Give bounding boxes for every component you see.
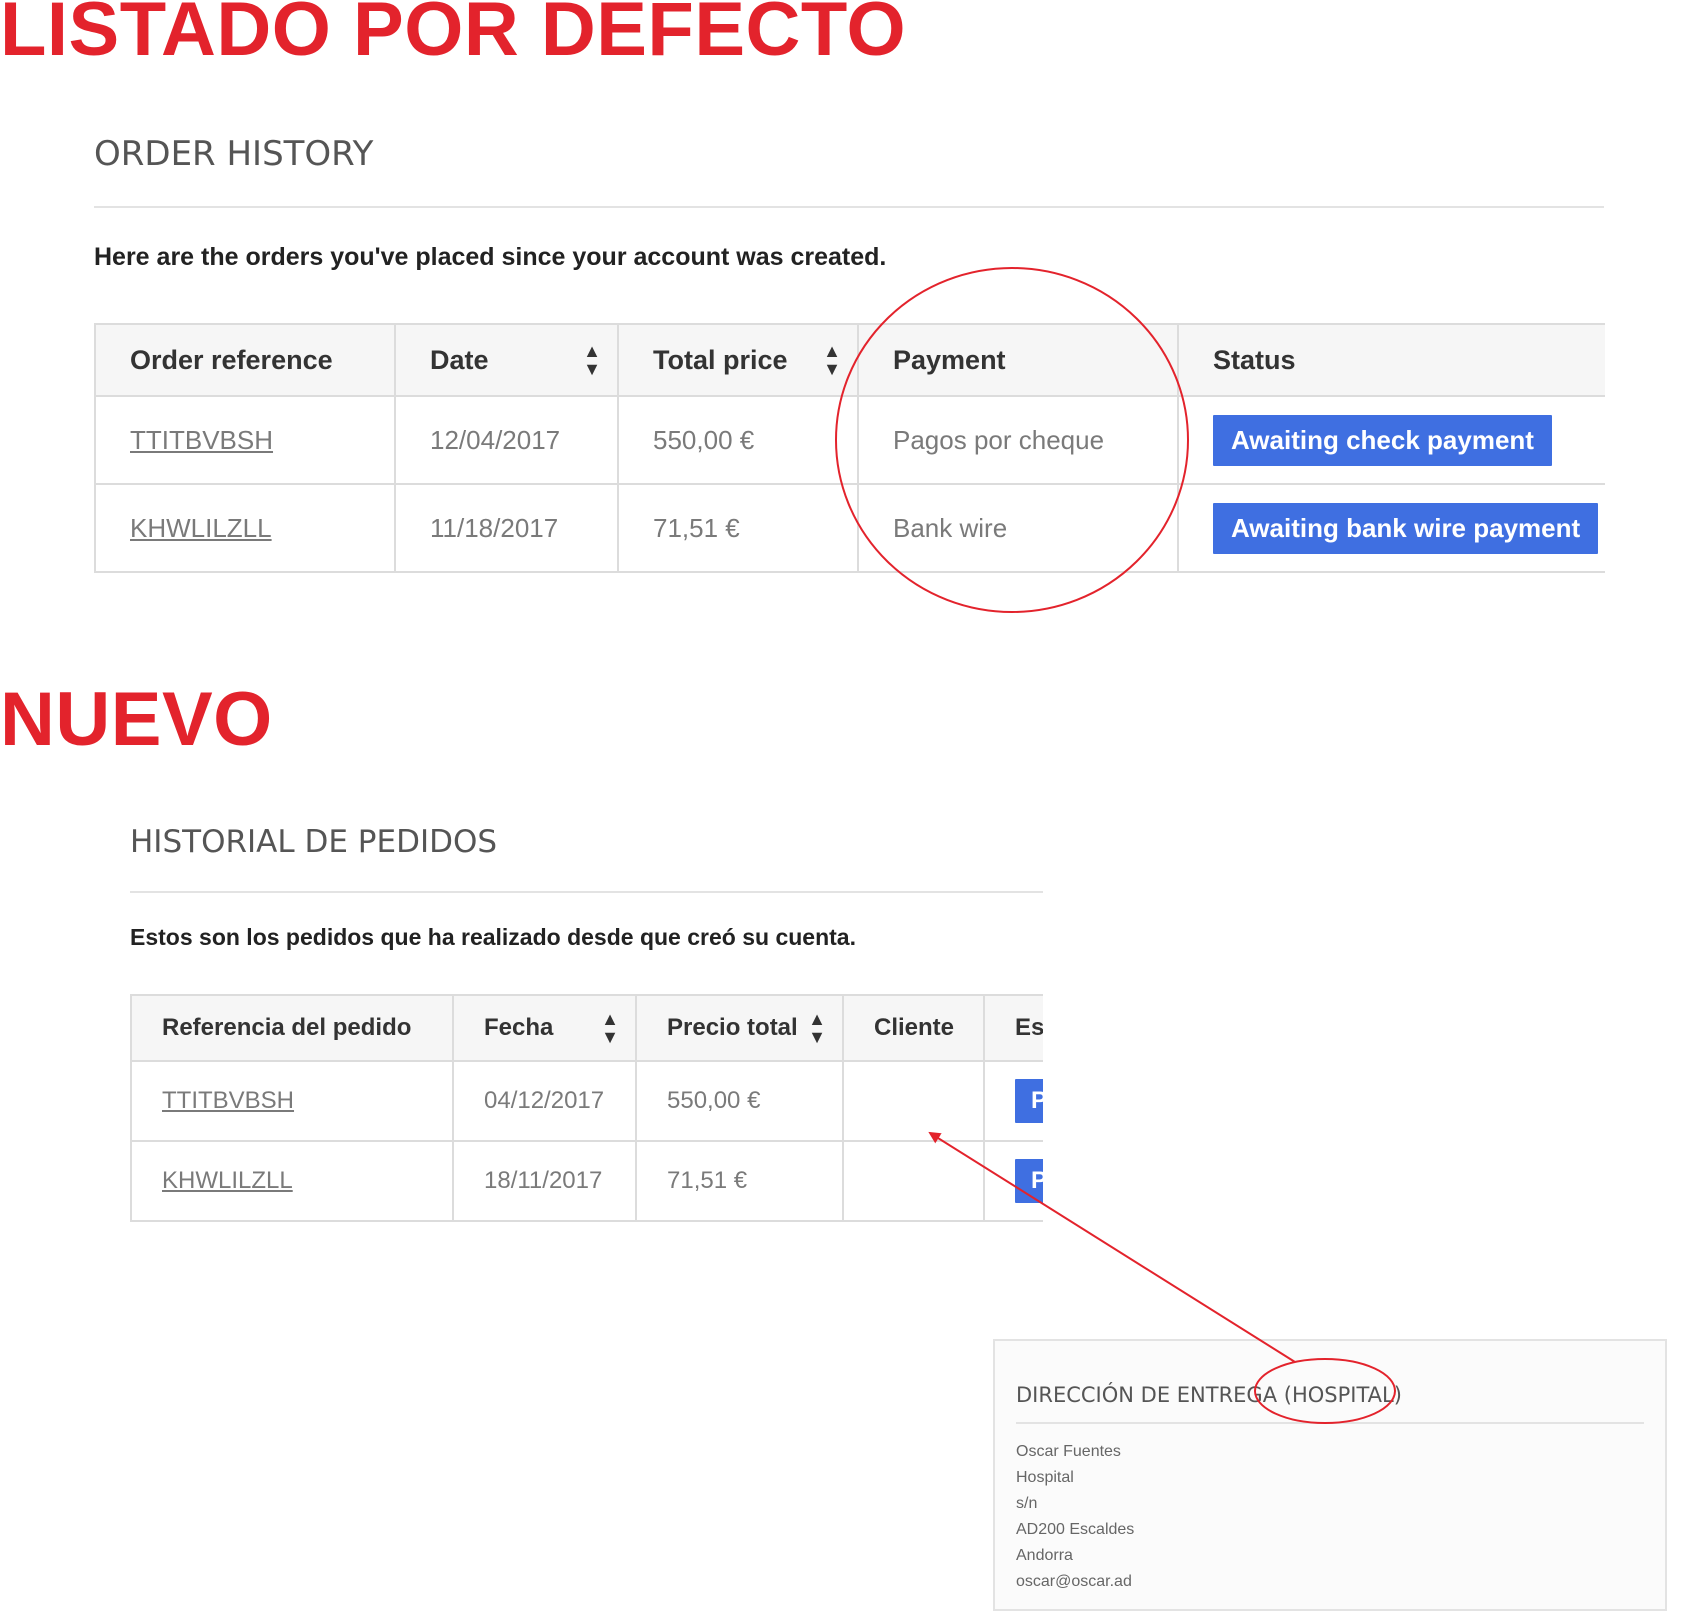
order-reference-link[interactable]: KHWLILZLL: [162, 1167, 293, 1194]
column-header-total[interactable]: Precio total ▲ ▼: [635, 994, 844, 1062]
order-total: 550,00 €: [635, 1060, 844, 1142]
sort-icon[interactable]: ▲ ▼: [601, 1010, 619, 1046]
table-row: KHWLILZLL 18/11/2017 71,51 € P: [130, 1140, 1043, 1222]
order-total: 71,51 €: [635, 1140, 844, 1222]
heading-divider: [130, 891, 1043, 893]
order-payment: Bank wire: [857, 483, 1179, 573]
order-payment: Pagos por cheque: [857, 395, 1179, 485]
table-header-row: Order reference Date ▲ ▼ Total price ▲ ▼ Pay…: [94, 323, 1605, 397]
order-total: 550,00 €: [617, 395, 859, 485]
order-history-table: Order reference Date ▲ ▼ Total price ▲ ▼ Pay…: [94, 323, 1605, 573]
delivery-address-heading: DIRECCIÓN DE ENTREGA (HOSPITAL): [1016, 1383, 1402, 1407]
status-badge: P: [1015, 1079, 1043, 1123]
table-row: TTITBVBSH 04/12/2017 550,00 € P: [130, 1060, 1043, 1142]
order-reference-link[interactable]: KHWLILZLL: [130, 513, 272, 543]
intro-text: Here are the orders you've placed since …: [94, 243, 887, 271]
order-total: 71,51 €: [617, 483, 859, 573]
address-line: AD200 Escaldes: [1016, 1521, 1135, 1538]
status-badge: Awaiting check payment: [1213, 414, 1552, 466]
column-header-status: Es: [983, 994, 1043, 1062]
table-row: TTITBVBSH 12/04/2017 550,00 € Pagos por …: [94, 395, 1605, 485]
column-header-reference: Order reference: [94, 323, 396, 397]
order-client: [842, 1060, 985, 1142]
sort-icon[interactable]: ▲ ▼: [583, 342, 601, 378]
sort-icon[interactable]: ▲ ▼: [808, 1010, 826, 1046]
order-reference-link[interactable]: TTITBVBSH: [130, 425, 273, 455]
address-line: Oscar Fuentes: [1016, 1443, 1121, 1460]
heading-divider: [94, 206, 1604, 208]
sort-icon[interactable]: ▲ ▼: [823, 342, 841, 378]
section-title-default: LISTADO POR DEFECTO: [0, 0, 907, 72]
section-title-new: NUEVO: [0, 677, 273, 762]
status-badge: Awaiting bank wire payment: [1213, 502, 1599, 554]
address-divider: [1016, 1422, 1644, 1424]
column-header-total[interactable]: Total price ▲ ▼: [617, 323, 859, 397]
column-header-payment: Payment: [857, 323, 1179, 397]
column-header-reference: Referencia del pedido: [130, 994, 454, 1062]
address-lines: Oscar Fuentes Hospital s/n AD200 Escalde…: [1016, 1439, 1134, 1595]
order-history-heading: ORDER HISTORY: [94, 134, 374, 174]
column-header-date[interactable]: Fecha ▲ ▼: [452, 994, 637, 1062]
address-line: Andorra: [1016, 1547, 1073, 1564]
address-line: s/n: [1016, 1495, 1038, 1512]
order-date: 18/11/2017: [452, 1140, 637, 1222]
order-client: [842, 1140, 985, 1222]
order-date: 04/12/2017: [452, 1060, 637, 1142]
order-reference-link[interactable]: TTITBVBSH: [162, 1087, 294, 1114]
table-header-row: Referencia del pedido Fecha ▲ ▼ Precio tot…: [130, 994, 1043, 1062]
column-header-client: Cliente: [842, 994, 985, 1062]
historial-heading: HISTORIAL DE PEDIDOS: [130, 824, 498, 860]
table-row: KHWLILZLL 11/18/2017 71,51 € Bank wire A…: [94, 483, 1605, 573]
intro-text: Estos son los pedidos que ha realizado d…: [130, 924, 856, 950]
status-badge: P: [1015, 1159, 1043, 1203]
delivery-address-box: DIRECCIÓN DE ENTREGA (HOSPITAL) Oscar Fu…: [993, 1339, 1667, 1611]
column-header-date[interactable]: Date ▲ ▼: [394, 323, 619, 397]
order-date: 11/18/2017: [394, 483, 619, 573]
column-header-status: Status: [1177, 323, 1605, 397]
historial-table-clip: Referencia del pedido Fecha ▲ ▼ Precio tot…: [130, 994, 1043, 1224]
address-line: Hospital: [1016, 1469, 1074, 1486]
order-date: 12/04/2017: [394, 395, 619, 485]
historial-table: Referencia del pedido Fecha ▲ ▼ Precio tot…: [130, 994, 1043, 1222]
address-line: oscar@oscar.ad: [1016, 1573, 1132, 1590]
